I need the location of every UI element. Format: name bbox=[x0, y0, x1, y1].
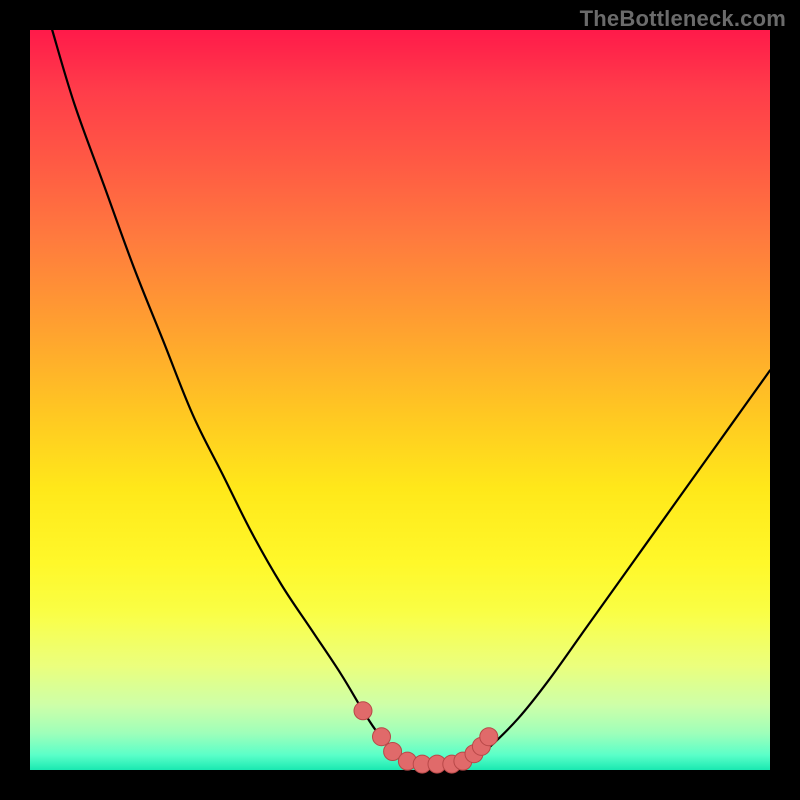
data-point-marker bbox=[480, 728, 498, 746]
data-point-marker bbox=[373, 728, 391, 746]
highlighted-data-points bbox=[354, 702, 498, 773]
watermark-text: TheBottleneck.com bbox=[580, 6, 786, 32]
bottleneck-curve-right bbox=[422, 370, 770, 764]
plot-area bbox=[30, 30, 770, 770]
chart-stage: TheBottleneck.com bbox=[0, 0, 800, 800]
chart-svg bbox=[30, 30, 770, 770]
data-point-marker bbox=[354, 702, 372, 720]
bottleneck-curve-left bbox=[52, 30, 422, 764]
